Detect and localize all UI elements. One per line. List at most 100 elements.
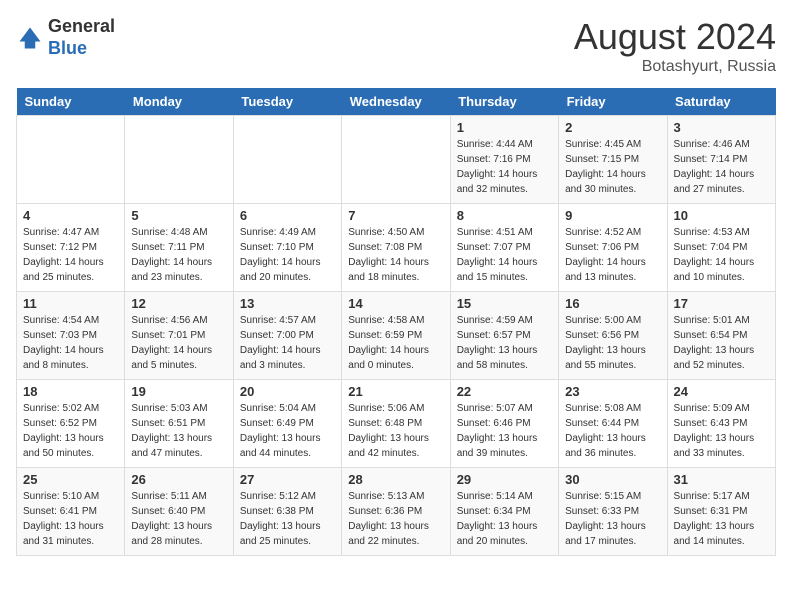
calendar-cell: 30Sunrise: 5:15 AM Sunset: 6:33 PM Dayli… [559,468,667,556]
calendar-cell: 16 Sunrise: 5:00 AM Sunset: 6:56 PM Dayli… [559,292,667,380]
header-tuesday: Tuesday [233,88,341,116]
calendar-cell: 5 Sunrise: 4:48 AM Sunset: 7:11 PM Daylig… [125,204,233,292]
calendar-cell: 4 Sunrise: 4:47 AM Sunset: 7:12 PM Daylig… [17,204,125,292]
day-detail: Sunrise: 5:06 AM Sunset: 6:48 PM Dayligh… [348,401,443,461]
day-number: 14 [348,296,443,311]
day-detail: Sunrise: 4:54 AM Sunset: 7:03 PM Dayligh… [23,313,118,373]
calendar-cell: 31 Sunrise: 5:17 AM Sunset: 6:31 PM Dayli… [667,468,775,556]
header-row: Sunday Monday Tuesday Wednesday Thursday… [17,88,776,116]
calendar-cell: 15 Sunrise: 4:59 AM Sunset: 6:57 PM Dayli… [450,292,558,380]
calendar-cell: 28Sunrise: 5:13 AM Sunset: 6:36 PM Dayli… [342,468,450,556]
header-sunday: Sunday [17,88,125,116]
calendar-cell: 3 Sunrise: 4:46 AM Sunset: 7:14 PM Daylig… [667,116,775,204]
day-detail: Sunrise: 5:14 AM Sunset: 6:34 PM Dayligh… [457,489,552,549]
calendar-week-3: 11 Sunrise: 4:54 AM Sunset: 7:03 PM Dayli… [17,292,776,380]
day-detail: Sunrise: 5:02 AM Sunset: 6:52 PM Dayligh… [23,401,118,461]
calendar-week-4: 18Sunrise: 5:02 AM Sunset: 6:52 PM Dayli… [17,380,776,468]
calendar-cell: 11 Sunrise: 4:54 AM Sunset: 7:03 PM Dayli… [17,292,125,380]
calendar-cell: 29Sunrise: 5:14 AM Sunset: 6:34 PM Dayli… [450,468,558,556]
day-detail: Sunrise: 5:04 AM Sunset: 6:49 PM Dayligh… [240,401,335,461]
day-detail: Sunrise: 5:11 AM Sunset: 6:40 PM Dayligh… [131,489,226,549]
calendar-body: 1 Sunrise: 4:44 AM Sunset: 7:16 PM Daylig… [17,116,776,556]
day-number: 31 [674,472,769,487]
day-detail: Sunrise: 4:50 AM Sunset: 7:08 PM Dayligh… [348,225,443,285]
header-saturday: Saturday [667,88,775,116]
calendar-cell [342,116,450,204]
day-detail: Sunrise: 5:03 AM Sunset: 6:51 PM Dayligh… [131,401,226,461]
calendar-cell: 22Sunrise: 5:07 AM Sunset: 6:46 PM Dayli… [450,380,558,468]
calendar-cell: 17Sunrise: 5:01 AM Sunset: 6:54 PM Dayli… [667,292,775,380]
day-number: 9 [565,208,660,223]
day-number: 6 [240,208,335,223]
location-subtitle: Botashyurt, Russia [574,58,776,76]
day-detail: Sunrise: 4:57 AM Sunset: 7:00 PM Dayligh… [240,313,335,373]
day-detail: Sunrise: 4:45 AM Sunset: 7:15 PM Dayligh… [565,137,660,197]
day-number: 27 [240,472,335,487]
day-detail: Sunrise: 4:46 AM Sunset: 7:14 PM Dayligh… [674,137,769,197]
calendar-cell: 13 Sunrise: 4:57 AM Sunset: 7:00 PM Dayli… [233,292,341,380]
day-number: 16 [565,296,660,311]
day-number: 21 [348,384,443,399]
day-detail: Sunrise: 4:47 AM Sunset: 7:12 PM Dayligh… [23,225,118,285]
calendar-header: Sunday Monday Tuesday Wednesday Thursday… [17,88,776,116]
calendar-week-5: 25Sunrise: 5:10 AM Sunset: 6:41 PM Dayli… [17,468,776,556]
logo-icon [16,24,44,52]
day-number: 15 [457,296,552,311]
header-friday: Friday [559,88,667,116]
day-number: 1 [457,120,552,135]
calendar-cell: 8 Sunrise: 4:51 AM Sunset: 7:07 PM Daylig… [450,204,558,292]
day-number: 10 [674,208,769,223]
day-number: 23 [565,384,660,399]
day-detail: Sunrise: 5:08 AM Sunset: 6:44 PM Dayligh… [565,401,660,461]
day-detail: Sunrise: 5:00 AM Sunset: 6:56 PM Dayligh… [565,313,660,373]
day-detail: Sunrise: 5:09 AM Sunset: 6:43 PM Dayligh… [674,401,769,461]
calendar-cell: 10Sunrise: 4:53 AM Sunset: 7:04 PM Dayli… [667,204,775,292]
calendar-cell [233,116,341,204]
day-detail: Sunrise: 4:52 AM Sunset: 7:06 PM Dayligh… [565,225,660,285]
day-number: 17 [674,296,769,311]
header-thursday: Thursday [450,88,558,116]
day-number: 30 [565,472,660,487]
calendar-cell: 1 Sunrise: 4:44 AM Sunset: 7:16 PM Daylig… [450,116,558,204]
day-number: 8 [457,208,552,223]
calendar-cell: 27Sunrise: 5:12 AM Sunset: 6:38 PM Dayli… [233,468,341,556]
calendar-cell: 18Sunrise: 5:02 AM Sunset: 6:52 PM Dayli… [17,380,125,468]
day-number: 26 [131,472,226,487]
day-detail: Sunrise: 4:49 AM Sunset: 7:10 PM Dayligh… [240,225,335,285]
day-number: 7 [348,208,443,223]
day-number: 13 [240,296,335,311]
day-detail: Sunrise: 4:48 AM Sunset: 7:11 PM Dayligh… [131,225,226,285]
calendar-cell: 20 Sunrise: 5:04 AM Sunset: 6:49 PM Dayli… [233,380,341,468]
calendar-cell: 14Sunrise: 4:58 AM Sunset: 6:59 PM Dayli… [342,292,450,380]
logo: General Blue [16,16,115,59]
day-number: 24 [674,384,769,399]
day-detail: Sunrise: 4:44 AM Sunset: 7:16 PM Dayligh… [457,137,552,197]
header-wednesday: Wednesday [342,88,450,116]
day-number: 11 [23,296,118,311]
calendar-cell: 25Sunrise: 5:10 AM Sunset: 6:41 PM Dayli… [17,468,125,556]
day-number: 22 [457,384,552,399]
day-number: 4 [23,208,118,223]
day-detail: Sunrise: 5:10 AM Sunset: 6:41 PM Dayligh… [23,489,118,549]
logo-blue-text: Blue [48,38,87,58]
day-detail: Sunrise: 4:51 AM Sunset: 7:07 PM Dayligh… [457,225,552,285]
month-year-title: August 2024 [574,16,776,58]
calendar-cell: 23 Sunrise: 5:08 AM Sunset: 6:44 PM Dayli… [559,380,667,468]
logo-text: General Blue [48,16,115,59]
calendar-cell: 6 Sunrise: 4:49 AM Sunset: 7:10 PM Daylig… [233,204,341,292]
day-number: 12 [131,296,226,311]
calendar-cell: 26 Sunrise: 5:11 AM Sunset: 6:40 PM Dayli… [125,468,233,556]
day-number: 3 [674,120,769,135]
day-detail: Sunrise: 4:56 AM Sunset: 7:01 PM Dayligh… [131,313,226,373]
title-block: August 2024 Botashyurt, Russia [574,16,776,76]
calendar-cell: 24 Sunrise: 5:09 AM Sunset: 6:43 PM Dayli… [667,380,775,468]
logo-general-text: General [48,16,115,36]
day-detail: Sunrise: 5:17 AM Sunset: 6:31 PM Dayligh… [674,489,769,549]
day-detail: Sunrise: 4:59 AM Sunset: 6:57 PM Dayligh… [457,313,552,373]
day-number: 5 [131,208,226,223]
day-number: 28 [348,472,443,487]
calendar-cell [17,116,125,204]
calendar-week-1: 1 Sunrise: 4:44 AM Sunset: 7:16 PM Daylig… [17,116,776,204]
calendar-cell [125,116,233,204]
day-number: 20 [240,384,335,399]
